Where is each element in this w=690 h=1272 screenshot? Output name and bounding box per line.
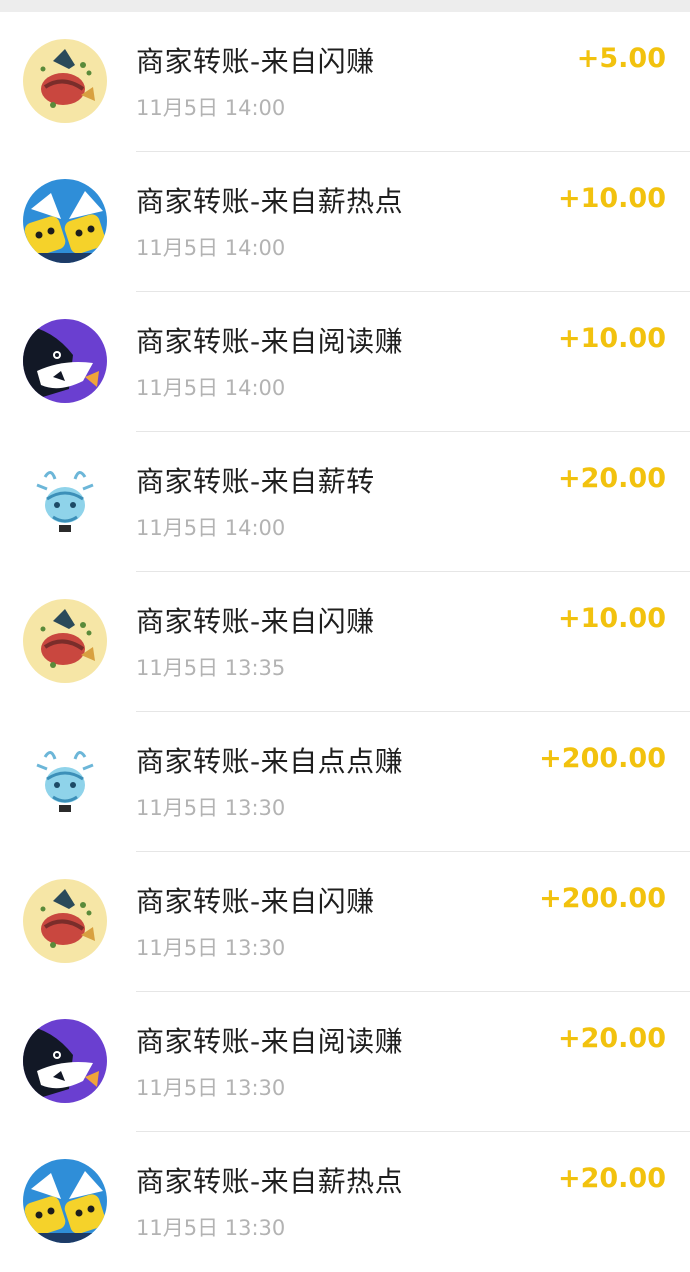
transaction-time: 11月5日 14:00 bbox=[136, 236, 286, 260]
transaction-title: 商家转账-来自阅读赚 bbox=[136, 325, 404, 358]
transaction-row[interactable]: 商家转账-来自阅读赚 11月5日 14:00 +10.00 bbox=[0, 292, 690, 432]
transaction-amount: +200.00 bbox=[539, 883, 666, 914]
transaction-time: 11月5日 14:00 bbox=[136, 96, 286, 120]
transaction-title: 商家转账-来自闪赚 bbox=[136, 885, 375, 918]
transaction-time: 11月5日 13:30 bbox=[136, 936, 286, 960]
transaction-time: 11月5日 13:30 bbox=[136, 1076, 286, 1100]
yueduzhuan-app-icon bbox=[23, 319, 107, 403]
shanzhuan-app-icon bbox=[23, 879, 107, 963]
shanzhuan-app-icon bbox=[23, 39, 107, 123]
transaction-title: 商家转账-来自薪转 bbox=[136, 465, 375, 498]
transaction-time: 11月5日 14:00 bbox=[136, 516, 286, 540]
transaction-row[interactable]: 商家转账-来自阅读赚 11月5日 13:30 +20.00 bbox=[0, 992, 690, 1132]
transaction-amount: +10.00 bbox=[557, 603, 666, 634]
transaction-amount: +5.00 bbox=[576, 43, 666, 74]
top-spacer bbox=[0, 0, 690, 12]
yueduzhuan-app-icon bbox=[23, 1019, 107, 1103]
transaction-row[interactable]: 商家转账-来自闪赚 11月5日 13:35 +10.00 bbox=[0, 572, 690, 712]
transaction-row[interactable]: 商家转账-来自闪赚 11月5日 14:00 +5.00 bbox=[0, 12, 690, 152]
transaction-time: 11月5日 13:35 bbox=[136, 656, 286, 680]
transaction-title: 商家转账-来自点点赚 bbox=[136, 745, 404, 778]
transaction-title: 商家转账-来自闪赚 bbox=[136, 605, 375, 638]
transaction-time: 11月5日 13:30 bbox=[136, 1216, 286, 1240]
transaction-title: 商家转账-来自阅读赚 bbox=[136, 1025, 404, 1058]
transaction-amount: +10.00 bbox=[557, 183, 666, 214]
transaction-list: 商家转账-来自闪赚 11月5日 14:00 +5.00 商家转账-来自薪热点 1… bbox=[0, 12, 690, 1272]
transaction-time: 11月5日 13:30 bbox=[136, 796, 286, 820]
transaction-row[interactable]: 商家转账-来自点点赚 11月5日 13:30 +200.00 bbox=[0, 712, 690, 852]
transaction-time: 11月5日 14:00 bbox=[136, 376, 286, 400]
xinredian-app-icon bbox=[23, 179, 107, 263]
transaction-title: 商家转账-来自薪热点 bbox=[136, 185, 404, 218]
xinzhuan-app-icon bbox=[23, 459, 107, 543]
transaction-row[interactable]: 商家转账-来自薪热点 11月5日 13:30 +20.00 bbox=[0, 1132, 690, 1272]
transaction-row[interactable]: 商家转账-来自薪转 11月5日 14:00 +20.00 bbox=[0, 432, 690, 572]
transaction-amount: +20.00 bbox=[557, 1023, 666, 1054]
transaction-amount: +20.00 bbox=[557, 463, 666, 494]
transaction-amount: +10.00 bbox=[557, 323, 666, 354]
transaction-title: 商家转账-来自薪热点 bbox=[136, 1165, 404, 1198]
transaction-title: 商家转账-来自闪赚 bbox=[136, 45, 375, 78]
diandianzhuan-app-icon bbox=[23, 739, 107, 823]
shanzhuan-app-icon bbox=[23, 599, 107, 683]
xinredian-app-icon bbox=[23, 1159, 107, 1243]
transaction-row[interactable]: 商家转账-来自闪赚 11月5日 13:30 +200.00 bbox=[0, 852, 690, 992]
transaction-row[interactable]: 商家转账-来自薪热点 11月5日 14:00 +10.00 bbox=[0, 152, 690, 292]
transaction-amount: +200.00 bbox=[539, 743, 666, 774]
transaction-amount: +20.00 bbox=[557, 1163, 666, 1194]
